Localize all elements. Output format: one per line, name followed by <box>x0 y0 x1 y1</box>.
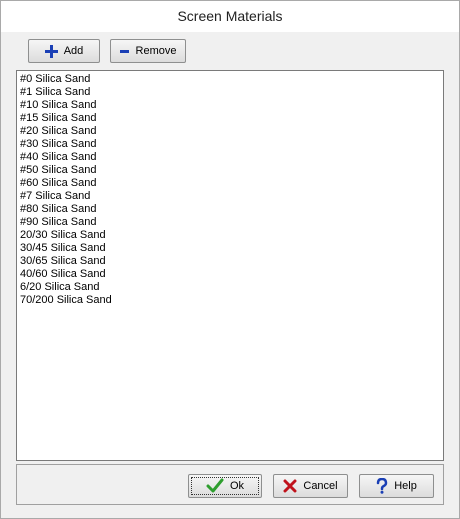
x-icon <box>283 479 297 493</box>
ok-button[interactable]: Ok <box>188 474 262 498</box>
minus-icon <box>119 45 130 58</box>
list-item[interactable]: 40/60 Silica Sand <box>20 268 440 281</box>
list-item[interactable]: #60 Silica Sand <box>20 177 440 190</box>
list-item[interactable]: #1 Silica Sand <box>20 86 440 99</box>
list-item[interactable]: #90 Silica Sand <box>20 216 440 229</box>
list-item[interactable]: #10 Silica Sand <box>20 99 440 112</box>
list-item[interactable]: 20/30 Silica Sand <box>20 229 440 242</box>
question-icon <box>376 478 388 494</box>
cancel-button[interactable]: Cancel <box>273 474 348 498</box>
list-item[interactable]: #30 Silica Sand <box>20 138 440 151</box>
help-button-label: Help <box>394 480 417 492</box>
window-title: Screen Materials <box>1 1 459 32</box>
list-item[interactable]: 6/20 Silica Sand <box>20 281 440 294</box>
list-item[interactable]: #50 Silica Sand <box>20 164 440 177</box>
list-item[interactable]: #80 Silica Sand <box>20 203 440 216</box>
help-button[interactable]: Help <box>359 474 434 498</box>
add-button[interactable]: Add <box>28 39 100 63</box>
dialog-window: Screen Materials Add Remove #0 Silica Sa… <box>0 0 460 519</box>
list-item[interactable]: #40 Silica Sand <box>20 151 440 164</box>
list-item[interactable]: 70/200 Silica Sand <box>20 294 440 307</box>
list-item[interactable]: #20 Silica Sand <box>20 125 440 138</box>
cancel-button-label: Cancel <box>303 480 338 492</box>
materials-list[interactable]: #0 Silica Sand #1 Silica Sand #10 Silica… <box>16 70 444 461</box>
add-button-label: Add <box>63 45 84 57</box>
remove-button-label: Remove <box>135 45 177 57</box>
list-item[interactable]: 30/45 Silica Sand <box>20 242 440 255</box>
list-item[interactable]: 30/65 Silica Sand <box>20 255 440 268</box>
list-item[interactable]: #7 Silica Sand <box>20 190 440 203</box>
list-item[interactable]: #0 Silica Sand <box>20 73 440 86</box>
check-icon <box>206 478 224 494</box>
plus-icon <box>44 44 58 58</box>
list-item[interactable]: #15 Silica Sand <box>20 112 440 125</box>
ok-button-label: Ok <box>229 480 245 492</box>
remove-button[interactable]: Remove <box>110 39 186 63</box>
